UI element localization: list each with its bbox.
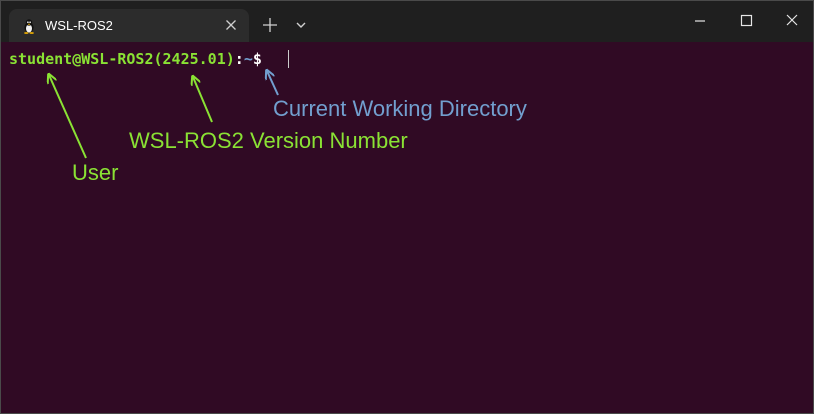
close-icon[interactable] — [777, 7, 807, 35]
tab-wsl-ros2[interactable]: WSL-ROS2 — [9, 9, 249, 42]
annotation-version: WSL-ROS2 Version Number — [129, 128, 408, 153]
prompt-dollar: $ — [252, 50, 262, 68]
plus-icon[interactable] — [261, 16, 279, 34]
linux-penguin-icon — [24, 19, 34, 34]
prompt-colon: : — [234, 50, 244, 68]
prompt-user-host: student@WSL-ROS2(2425.01) — [9, 50, 235, 68]
prompt-cwd: ~ — [243, 50, 253, 68]
close-tab-icon[interactable] — [223, 17, 239, 33]
annotation-user: User — [72, 160, 119, 185]
text-cursor — [288, 50, 289, 68]
terminal-window: WSL-ROS2 student@WSL-ROS2(2425.01):~$ Cu… — [0, 0, 814, 414]
maximize-icon[interactable] — [731, 7, 761, 35]
annotation-cwd: Current Working Directory — [273, 96, 527, 121]
chevron-down-icon[interactable] — [293, 16, 309, 34]
minimize-icon[interactable] — [685, 7, 715, 35]
shell-prompt: student@WSL-ROS2(2425.01):~$ — [9, 49, 262, 69]
title-bar: WSL-ROS2 — [1, 1, 813, 42]
tab-title: WSL-ROS2 — [45, 18, 113, 33]
